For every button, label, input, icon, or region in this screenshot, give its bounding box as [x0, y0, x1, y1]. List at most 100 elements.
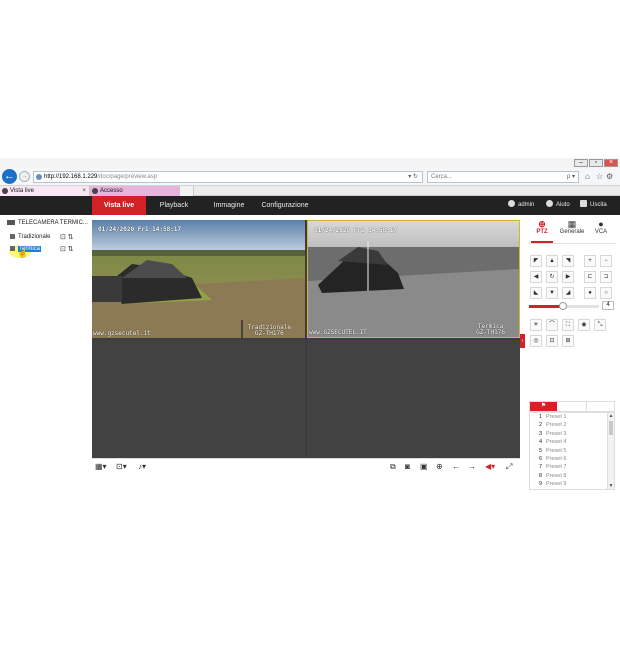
video-grid: 01/24/2020 Fri 14:58:17 www.gzsecutel.it… — [92, 220, 520, 458]
focus-far-button[interactable]: ⊐ — [600, 271, 612, 283]
close-tab-icon[interactable]: × — [82, 186, 86, 196]
preset-item[interactable]: 3 Preset 3 — [530, 430, 608, 438]
gear-icon[interactable]: ⚙ — [606, 172, 613, 181]
pan-right-button[interactable]: ▶ — [562, 271, 574, 283]
nav-playback[interactable]: Playback — [150, 196, 198, 215]
maximize-button[interactable]: ▫ — [589, 159, 603, 167]
zoom-out-button[interactable]: − — [600, 255, 612, 267]
scroll-up-icon[interactable]: ▲ — [608, 413, 614, 419]
user-menu[interactable]: admin — [508, 196, 534, 215]
preset-scrollbar-thumb[interactable] — [609, 421, 613, 435]
next-page-icon[interactable]: → — [468, 462, 476, 471]
preset-item[interactable]: 4 Preset 4 — [530, 438, 608, 446]
capture-icon[interactable]: ⧉ — [390, 462, 396, 472]
tree-item-actions[interactable]: ⊡ ⇅ — [60, 233, 74, 241]
video-channel-name-line2: GZ-TH176 — [254, 330, 284, 337]
audio-icon[interactable]: ♪▾ — [138, 462, 146, 471]
pan-down-left-button[interactable]: ◣ — [530, 287, 542, 299]
tilt-down-button[interactable]: ▼ — [546, 287, 558, 299]
preset-item[interactable]: 6 Preset 6 — [530, 455, 608, 463]
tree-item-actions[interactable]: ⊡ ⇅ — [60, 245, 74, 253]
help-label: Aiuto — [556, 202, 570, 208]
prev-page-icon[interactable]: ← — [452, 462, 460, 471]
stream-icon[interactable]: ⊡▾ — [116, 462, 127, 471]
preset-item[interactable]: 9 Preset 9 — [530, 480, 608, 488]
lens-init-icon[interactable]: ◉ — [578, 319, 590, 331]
browser-address-bar: ← → http://192.168.1.229/doc/page/previe… — [0, 168, 620, 186]
back-button[interactable]: ← — [2, 169, 17, 184]
preset-item[interactable]: 8 Preset 8 — [530, 472, 608, 480]
preset-number: 3 — [538, 430, 542, 437]
preset-name: Preset 6 — [546, 456, 567, 462]
speed-value[interactable]: 4 — [602, 301, 614, 310]
zoom-in-button[interactable]: + — [584, 255, 596, 267]
preset-name: Preset 2 — [546, 422, 567, 429]
menu-call-icon[interactable]: ⤡ — [594, 319, 606, 331]
volume-icon[interactable]: ◀▾ — [485, 462, 495, 471]
layout-icon[interactable]: ▦▾ — [95, 462, 107, 471]
tab-preset[interactable]: ⚑ — [530, 402, 557, 411]
preset-item[interactable]: 2 Preset 2 — [530, 421, 608, 429]
video-cell-empty[interactable] — [92, 340, 305, 458]
wiper-icon[interactable]: ⌒ — [546, 319, 558, 331]
preset-item[interactable]: 1 Preset 1 — [530, 413, 608, 421]
browser-tab-accesso[interactable]: Accesso — [90, 186, 180, 196]
logout-link[interactable]: Uscita — [580, 196, 607, 215]
manual-track-icon[interactable]: ◎ — [530, 335, 542, 347]
light-icon[interactable]: ☀ — [530, 319, 542, 331]
pan-up-left-button[interactable]: ◤ — [530, 255, 542, 267]
tab-vca[interactable]: ● VCA — [587, 219, 615, 235]
nav-vista-live[interactable]: Vista live — [92, 196, 146, 215]
zoom-3d-icon[interactable]: ⊡ — [546, 335, 558, 347]
forward-button[interactable]: → — [19, 171, 30, 182]
nav-immagine[interactable]: Immagine — [206, 196, 252, 215]
fullscreen-icon[interactable]: ⤢ — [506, 462, 512, 472]
new-tab-button[interactable] — [180, 186, 194, 196]
video-frame-termica — [308, 221, 519, 337]
browser-tab-label: Accesso — [100, 188, 123, 194]
video-toolbar: ▦▾ ⊡▾ ♪▾ ⧉ ◙ ▣ ⊕ ← → ◀▾ ⤢ — [92, 458, 520, 474]
video-cell-termica[interactable]: 01/24/2020 Fri 14:58:17 www.GZSECUTEL.IT… — [307, 220, 520, 338]
park-icon[interactable]: ⊞ — [562, 335, 574, 347]
url-input[interactable]: http://192.168.1.229/doc/page/preview.as… — [33, 171, 423, 183]
auto-scan-button[interactable]: ↻ — [546, 271, 558, 283]
nav-configurazione[interactable]: Configurazione — [258, 196, 312, 215]
preset-item[interactable]: 5 Preset 5 — [530, 447, 608, 455]
search-input[interactable]: Cerca... ρ ▾ — [427, 171, 579, 183]
snapshot-icon[interactable]: ◙ — [405, 462, 410, 471]
preset-name: Preset 7 — [546, 464, 567, 471]
tab-ptz[interactable]: ⊕ PTZ — [528, 219, 556, 235]
search-icon[interactable]: ρ ▾ — [567, 172, 575, 182]
minimize-button[interactable]: – — [574, 159, 588, 167]
tree-item-tradizionale[interactable]: Tradizionale — [10, 234, 50, 240]
help-link[interactable]: Aiuto — [546, 196, 570, 215]
pan-down-right-button[interactable]: ◢ — [562, 287, 574, 299]
preset-scrollbar[interactable]: ▲ ▼ — [607, 413, 614, 489]
tree-root[interactable]: TELECAMERA TERMIC... — [7, 220, 88, 226]
tilt-up-button[interactable]: ▲ — [546, 255, 558, 267]
video-cell-empty[interactable] — [307, 340, 520, 458]
preset-name: Preset 4 — [546, 439, 567, 446]
iris-open-button[interactable]: ● — [584, 287, 596, 299]
zoom-icon[interactable]: ⊕ — [436, 462, 443, 471]
scroll-down-icon[interactable]: ▼ — [608, 483, 614, 489]
star-icon[interactable]: ☆ — [596, 172, 603, 181]
video-cell-tradizionale[interactable]: 01/24/2020 Fri 14:58:17 www.gzsecutel.it… — [92, 220, 305, 338]
video-watermark: www.GZSECUTEL.IT — [309, 329, 367, 336]
tab-generale[interactable]: ▦ Generale — [558, 219, 586, 235]
preset-item[interactable]: 7 Preset 7 — [530, 463, 608, 471]
focus-near-button[interactable]: ⊏ — [584, 271, 596, 283]
tab-favicon-icon — [92, 188, 98, 194]
record-icon[interactable]: ▣ — [420, 462, 428, 471]
close-window-button[interactable]: × — [604, 159, 618, 167]
refresh-icon[interactable]: ▾ ↻ — [408, 172, 418, 182]
speed-slider-handle[interactable] — [558, 302, 567, 310]
home-icon[interactable]: ⌂ — [585, 172, 590, 181]
browser-tab-vista-live[interactable]: Vista live × — [0, 186, 90, 196]
pan-left-button[interactable]: ◀ — [530, 271, 542, 283]
collapse-panel-button[interactable]: › — [520, 334, 525, 348]
pan-up-right-button[interactable]: ◥ — [562, 255, 574, 267]
focus-assist-icon[interactable]: ⛶ — [562, 319, 574, 331]
preset-name: Preset 9 — [546, 481, 567, 488]
iris-close-button[interactable]: ○ — [600, 287, 612, 299]
